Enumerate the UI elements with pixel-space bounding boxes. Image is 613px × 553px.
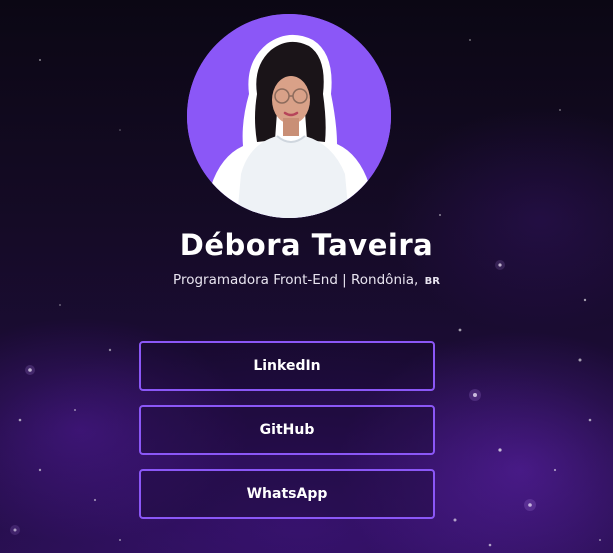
profile-country: BR xyxy=(424,276,440,287)
profile-subtitle: Programadora Front-End | Rondônia, BR xyxy=(0,272,613,288)
whatsapp-button[interactable]: WhatsApp xyxy=(139,469,435,519)
profile-name: Débora Taveira xyxy=(179,228,434,262)
profile-role: Programadora Front-End | Rondônia, xyxy=(173,272,419,288)
github-button[interactable]: GitHub xyxy=(139,405,435,455)
linkedin-button[interactable]: LinkedIn xyxy=(139,341,435,391)
profile-avatar xyxy=(187,14,391,218)
